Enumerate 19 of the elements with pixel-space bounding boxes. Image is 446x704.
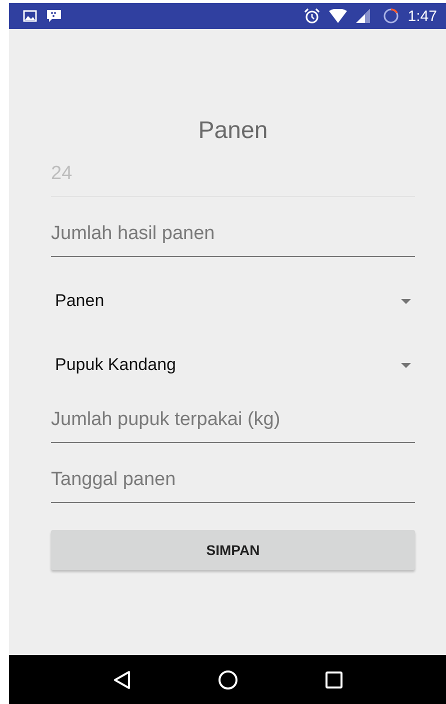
wifi-icon bbox=[328, 9, 347, 23]
dropdown[interactable]: Panen bbox=[51, 277, 415, 325]
screen-title: Panen bbox=[197, 116, 269, 146]
signal-icon bbox=[356, 9, 370, 23]
image-icon bbox=[23, 10, 37, 22]
chat-icon bbox=[46, 9, 62, 23]
alarm-icon bbox=[304, 8, 320, 24]
home-icon[interactable] bbox=[218, 670, 238, 690]
input-field[interactable]: Tanggal panen bbox=[51, 463, 415, 503]
save-button[interactable]: SIMPAN bbox=[51, 530, 415, 570]
recent-apps-icon[interactable] bbox=[324, 670, 343, 688]
caret-icon bbox=[401, 362, 411, 368]
caret-icon bbox=[401, 298, 411, 304]
back-icon[interactable] bbox=[112, 670, 132, 690]
loading-ring-icon bbox=[382, 8, 399, 24]
input-field[interactable]: Jumlah hasil panen bbox=[51, 217, 415, 257]
input-field[interactable]: Jumlah pupuk terpakai (kg) bbox=[51, 403, 415, 443]
dropdown[interactable]: Pupuk Kandang bbox=[51, 341, 415, 389]
clock-time: 1:47 bbox=[408, 8, 437, 24]
